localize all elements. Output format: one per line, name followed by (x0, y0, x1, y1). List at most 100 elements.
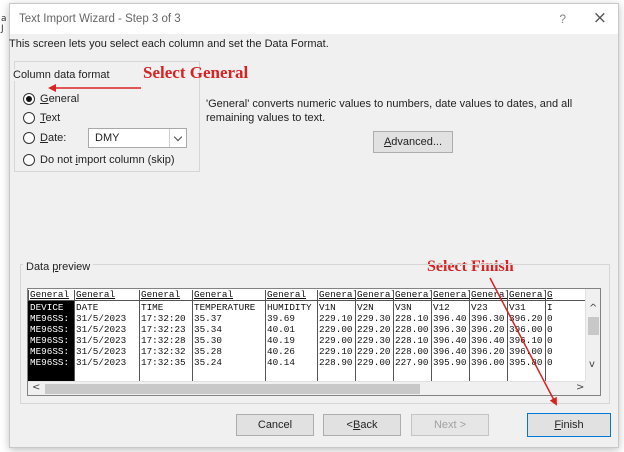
preview-cell: 17:32:28 (141, 336, 186, 346)
preview-cell: 396.30 (433, 325, 467, 335)
preview-cell: 229.30 (357, 314, 391, 324)
column-header[interactable]: General (393, 290, 431, 300)
column-header[interactable]: General (355, 290, 393, 300)
preview-cell: I (547, 303, 553, 313)
preview-cell: 396.40 (433, 336, 467, 346)
preview-cell: 35.30 (194, 336, 222, 346)
preview-cell: 228.00 (395, 347, 429, 357)
column-header[interactable]: General (74, 290, 139, 300)
preview-cell: 396.20 (471, 325, 505, 335)
background-edge: a J (0, 0, 8, 452)
scroll-up-arrow[interactable]: ^ (589, 303, 597, 314)
preview-cell: 31/5/2023 (76, 325, 127, 335)
preview-cell: ME96SS: (30, 314, 70, 324)
date-format-dropdown[interactable]: DMY (88, 128, 187, 148)
radio-date-label: Date: (40, 132, 67, 144)
preview-cell: 40.26 (267, 347, 295, 357)
preview-row: ME96SS: 31/5/2023 17:32:23 35.34 40.01 229.00… (28, 325, 588, 335)
radio-general[interactable]: General (23, 93, 79, 105)
scroll-right-arrow[interactable]: > (576, 382, 584, 393)
next-button[interactable]: Next > (411, 414, 489, 436)
annotation-select-general: Select General (143, 63, 249, 82)
preview-cell: 35.37 (194, 314, 222, 324)
column-header[interactable]: General (507, 290, 545, 300)
preview-cell: 35.24 (194, 358, 222, 368)
column-header[interactable]: General (431, 290, 469, 300)
preview-row: ME96SS: 31/5/2023 17:32:32 35.28 40.26 229.10… (28, 347, 588, 357)
column-header[interactable]: General (192, 290, 265, 300)
preview-cell: 31/5/2023 (76, 314, 127, 324)
scroll-left-arrow[interactable]: < (32, 382, 40, 393)
column-header[interactable]: General (28, 290, 74, 300)
preview-cell: 17:32:35 (141, 358, 186, 368)
radio-button-checked[interactable] (23, 93, 35, 105)
data-preview-grid[interactable]: General General General General General Gener… (27, 288, 601, 396)
intro-text: This screen lets you select each column … (9, 38, 329, 50)
preview-cell: 39.69 (267, 314, 295, 324)
vertical-scroll-thumb[interactable] (588, 317, 599, 335)
title-bar: Text Import Wizard - Step 3 of 3 ? × (10, 4, 618, 34)
preview-row: ME96SS: 31/5/2023 17:32:20 35.37 39.69 229.10… (28, 314, 588, 324)
preview-cell: 395.80 (509, 358, 543, 368)
help-button[interactable]: ? (559, 12, 566, 26)
window-title: Text Import Wizard - Step 3 of 3 (19, 13, 181, 25)
radio-button[interactable] (23, 154, 35, 166)
preview-cell: V12 (433, 303, 450, 313)
preview-cell: 40.01 (267, 325, 295, 335)
close-button[interactable]: × (593, 8, 607, 28)
radio-button[interactable] (23, 132, 35, 144)
preview-cell: 229.00 (319, 325, 353, 335)
preview-cell: ME96SS: (30, 358, 70, 368)
preview-cell: 396.30 (471, 314, 505, 324)
horizontal-scroll-thumb[interactable] (45, 384, 420, 394)
preview-cell: 396.20 (471, 347, 505, 357)
preview-cell: 17:32:20 (141, 314, 186, 324)
preview-cell: V3N (395, 303, 412, 313)
preview-cell: 228.10 (395, 314, 429, 324)
horizontal-scrollbar[interactable]: < > (28, 381, 588, 395)
preview-header-row[interactable]: General General General General General Gener… (28, 290, 588, 300)
preview-cell: 396.40 (433, 347, 467, 357)
radio-skip[interactable]: Do not import column (skip) (23, 154, 175, 166)
preview-cell: TIME (141, 303, 164, 313)
back-button[interactable]: < Back (323, 414, 401, 436)
preview-table: General General General General General Gener… (28, 289, 588, 383)
radio-date[interactable]: Date: (23, 132, 66, 144)
preview-cell: ME96SS: (30, 347, 70, 357)
chevron-down-icon[interactable] (169, 129, 186, 147)
scroll-down-arrow[interactable]: v (589, 359, 595, 370)
preview-cell: 17:32:23 (141, 325, 186, 335)
preview-cell: V2N (357, 303, 374, 313)
vertical-scrollbar[interactable]: ^ v (585, 289, 600, 383)
preview-cell: 40.19 (267, 336, 295, 346)
preview-cell: 35.28 (194, 347, 222, 357)
finish-button[interactable]: Finish (527, 413, 611, 437)
preview-cell: ME96SS: (30, 336, 70, 346)
preview-cell: 0 (547, 336, 553, 346)
advanced-button[interactable]: Advanced... (373, 131, 453, 153)
data-preview-legend: Data preview (23, 261, 94, 273)
preview-cell: 228.10 (395, 336, 429, 346)
radio-skip-label: Do not import column (skip) (40, 154, 175, 166)
preview-cell: 227.90 (395, 358, 429, 368)
preview-row: ME96SS: 31/5/2023 17:32:28 35.30 40.19 229.00… (28, 336, 588, 346)
column-header[interactable]: General (469, 290, 507, 300)
column-header[interactable]: General (265, 290, 317, 300)
preview-cell: V23 (471, 303, 488, 313)
preview-cell: 395.90 (433, 358, 467, 368)
radio-button[interactable] (23, 112, 35, 124)
column-header[interactable]: General (317, 290, 355, 300)
format-description: 'General' converts numeric values to num… (206, 98, 573, 124)
preview-cell: 229.30 (357, 336, 391, 346)
column-header[interactable]: General (139, 290, 192, 300)
preview-cell: V1N (319, 303, 336, 313)
cancel-button[interactable]: Cancel (236, 414, 314, 436)
column-header[interactable]: G (545, 290, 588, 300)
preview-cell: 0 (547, 358, 553, 368)
preview-cell: 229.10 (319, 314, 353, 324)
preview-cell: 31/5/2023 (76, 347, 127, 357)
radio-text[interactable]: Text (23, 112, 60, 124)
preview-cell: HUMIDITY (267, 303, 312, 313)
preview-cell: 31/5/2023 (76, 336, 127, 346)
preview-cell: TEMPERATURE (194, 303, 256, 313)
